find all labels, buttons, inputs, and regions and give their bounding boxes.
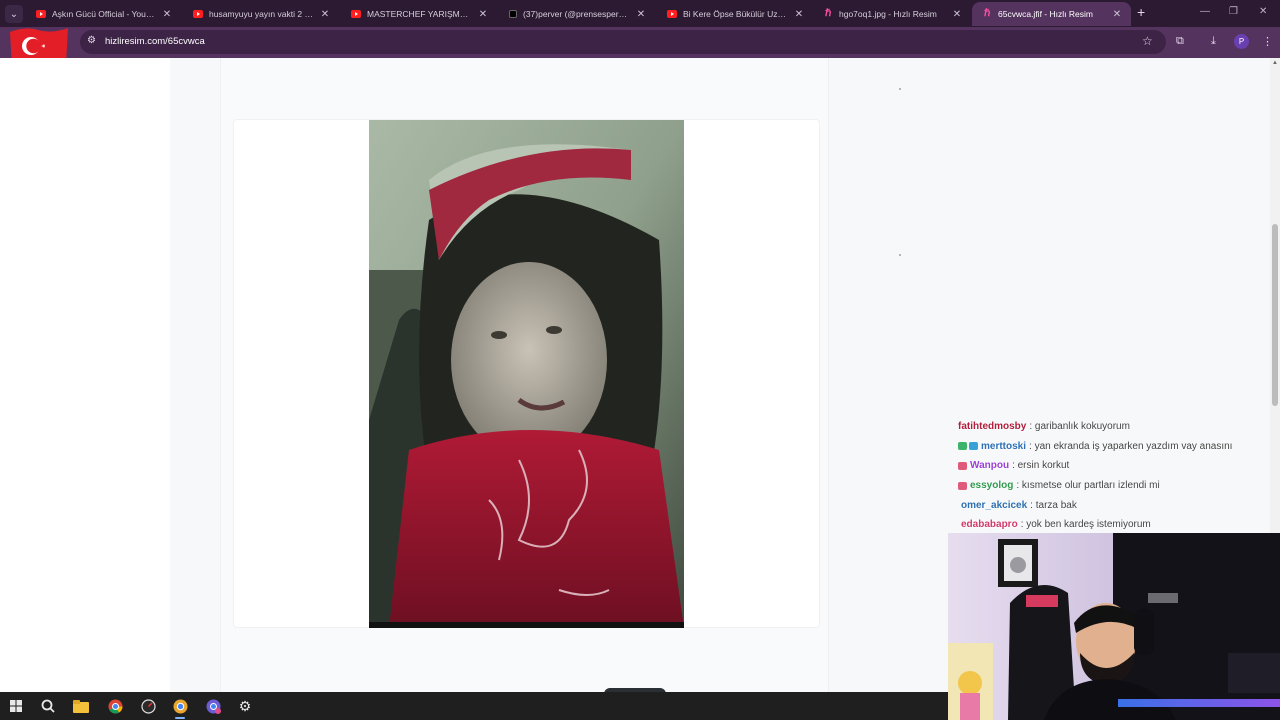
youtube-icon — [667, 10, 677, 18]
chrome-profile-button[interactable] — [202, 696, 224, 716]
stream-chat-overlay: fatihtedmosby : garibanlık kokuyorum mer… — [958, 417, 1278, 535]
close-icon[interactable]: ✕ — [635, 9, 647, 20]
chat-username: Wanpou — [970, 460, 1010, 472]
chat-text: : yan ekranda iş yaparken yazdım vay ana… — [1029, 440, 1233, 452]
tab-7-active[interactable]: ℏ 65cvwca.jfif - Hızlı Resim ✕ — [972, 2, 1131, 26]
chat-message: omer_akcicek : tarza bak — [958, 495, 1278, 515]
tab-strip: ⌄ Aşkın Gücü Official - YouTube ✕ husamy… — [0, 0, 1280, 27]
tab-title: husamyuyu yayın vakti 2 - YouTube — [209, 9, 313, 19]
close-icon[interactable]: ✕ — [793, 9, 805, 20]
settings-button[interactable]: ⚙ — [234, 696, 256, 716]
youtube-icon — [351, 10, 361, 18]
uploaded-photo[interactable] — [369, 120, 684, 628]
plus-icon: + — [1137, 4, 1146, 20]
chat-message: Wanpou : ersin korkut — [958, 456, 1278, 476]
start-button[interactable] — [5, 696, 27, 716]
gear-icon: ⚙ — [238, 697, 252, 714]
browser-toolbar: ⚙ hizliresim.com/65cvwca ☆ ⧉ ⤓ P ⋮ — [0, 27, 1280, 58]
tab-title: (37)perver (@prensesperver) | TikTok — [523, 9, 629, 19]
photo-image — [369, 120, 684, 628]
chat-text: : ersin korkut — [1012, 460, 1070, 472]
tab-6[interactable]: ℏ hgo7oq1.jpg - Hızlı Resim ✕ — [813, 2, 971, 26]
youtube-icon — [36, 10, 46, 18]
restore-button[interactable]: ❐ — [1229, 6, 1238, 17]
address-bar[interactable]: ⚙ hizliresim.com/65cvwca ☆ — [80, 30, 1166, 54]
chat-username: omer_akcicek — [961, 499, 1028, 511]
webcam-image — [948, 533, 1280, 720]
chat-text: : kısmetse olur partları izlendi mi — [1016, 480, 1160, 492]
search-icon — [41, 699, 55, 713]
tab-title: MASTERCHEF YARIŞMACILARI — [367, 9, 471, 19]
chat-username: essyolog — [970, 480, 1014, 492]
file-explorer-button[interactable] — [70, 696, 92, 716]
mod-badge-icon — [969, 442, 978, 451]
chrome-icon — [173, 699, 187, 713]
chrome-button[interactable] — [104, 696, 126, 716]
chat-text: : tarza bak — [1030, 499, 1077, 511]
chrome-icon — [108, 699, 122, 713]
image-card — [220, 58, 829, 692]
hizliresim-icon: ℏ — [825, 8, 832, 19]
chat-username: fatihtedmosby — [958, 421, 1027, 433]
tab-title: Bi Kere Öpse Bükülür Uzay (Big — [683, 9, 787, 19]
tab-title: 65cvwca.jfif - Hızlı Resim — [998, 9, 1093, 19]
sub-badge-icon — [958, 442, 967, 451]
scrollbar-thumb[interactable] — [1272, 224, 1278, 406]
folder-icon — [73, 699, 89, 713]
chat-message: edababapro : yok ben kardeş istemiyorum — [958, 515, 1278, 535]
windows-taskbar: ⚙ — [0, 692, 948, 720]
close-icon[interactable]: ✕ — [161, 9, 173, 20]
bookmark-star-icon[interactable]: ☆ — [1142, 34, 1153, 48]
tab-1[interactable]: Aşkın Gücü Official - YouTube ✕ — [24, 2, 181, 26]
close-icon[interactable]: ✕ — [951, 9, 963, 20]
chevron-down-icon: ⌄ — [9, 8, 19, 20]
app-button[interactable] — [137, 696, 159, 716]
windows-logo-icon — [10, 700, 22, 712]
chat-message: fatihtedmosby : garibanlık kokuyorum — [958, 417, 1278, 437]
download-icon[interactable]: ⤓ — [1211, 35, 1216, 48]
chat-message: merttoski : yan ekranda iş yaparken yazd… — [958, 437, 1278, 457]
chrome-active-button[interactable] — [169, 696, 191, 719]
tab-5[interactable]: Bi Kere Öpse Bükülür Uzay (Big ✕ — [655, 2, 813, 26]
image-frame — [233, 119, 820, 628]
speedometer-icon — [140, 698, 156, 714]
tab-2[interactable]: husamyuyu yayın vakti 2 - YouTube ✕ — [181, 2, 339, 26]
chat-username: edababapro — [961, 519, 1018, 531]
close-icon[interactable]: ✕ — [1111, 9, 1123, 20]
close-icon[interactable]: ✕ — [477, 9, 489, 20]
tab-4[interactable]: (37)perver (@prensesperver) | TikTok ✕ — [497, 2, 655, 26]
scroll-up-icon[interactable]: ▲ — [1272, 60, 1278, 66]
placeholder-dot — [899, 88, 901, 90]
menu-icon[interactable]: ⋮ — [1262, 35, 1273, 48]
window-close-button[interactable]: ✕ — [1259, 6, 1267, 17]
chat-text: : garibanlık kokuyorum — [1029, 421, 1130, 433]
tab-title: hgo7oq1.jpg - Hızlı Resim — [839, 9, 937, 19]
search-button[interactable] — [37, 696, 59, 716]
tiktok-icon — [509, 10, 517, 18]
heart-badge-icon — [958, 461, 967, 470]
site-info-icon[interactable]: ⚙ — [87, 35, 99, 47]
tab-3[interactable]: MASTERCHEF YARIŞMACILARI ✕ — [339, 2, 497, 26]
hizliresim-icon: ℏ — [984, 8, 991, 19]
close-icon[interactable]: ✕ — [319, 9, 331, 20]
tab-search-button[interactable]: ⌄ — [5, 5, 23, 23]
chat-text: : yok ben kardeş istemiyorum — [1020, 519, 1151, 531]
new-tab-button[interactable]: + — [1137, 4, 1145, 20]
content-column — [170, 58, 878, 692]
tab-title: Aşkın Gücü Official - YouTube — [52, 9, 155, 19]
extensions-icon[interactable]: ⧉ — [1176, 35, 1184, 48]
webcam-overlay — [948, 533, 1280, 720]
placeholder-dot — [899, 254, 901, 256]
profile-avatar[interactable]: P — [1234, 34, 1249, 49]
chrome-profile-icon — [206, 699, 221, 714]
youtube-icon — [193, 10, 203, 18]
heart-badge-icon — [958, 481, 967, 490]
chat-username: merttoski — [981, 440, 1027, 452]
url-text[interactable]: hizliresim.com/65cvwca — [105, 36, 205, 47]
chat-message: essyolog : kısmetse olur partları izlend… — [958, 476, 1278, 496]
minimize-button[interactable]: — — [1200, 6, 1210, 17]
